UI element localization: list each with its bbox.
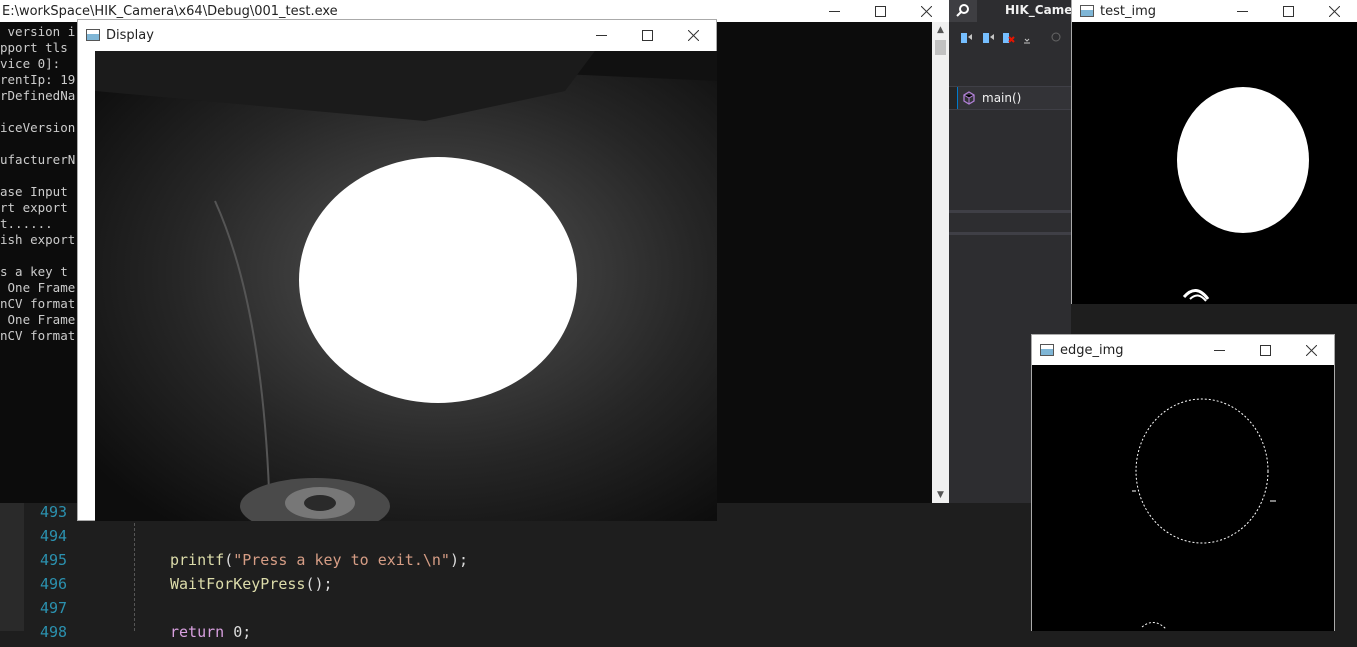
binary-image <box>1072 22 1357 304</box>
window-icon <box>86 29 100 41</box>
scrollbar-thumb[interactable] <box>935 40 946 55</box>
close-button[interactable] <box>903 0 949 22</box>
bookmark-next-icon <box>983 33 994 43</box>
code-text: return 0; <box>170 623 251 641</box>
code-line[interactable]: 496 WaitForKeyPress(); <box>0 575 1030 599</box>
method-cube-icon <box>963 91 975 105</box>
binary-spot <box>1177 87 1309 233</box>
line-number: 498 <box>40 623 68 641</box>
close-button[interactable] <box>1311 0 1357 22</box>
close-icon <box>1305 344 1317 356</box>
close-button[interactable] <box>670 20 716 50</box>
code-rest: 0; <box>224 623 252 641</box>
minimize-button[interactable] <box>1219 0 1265 22</box>
close-icon <box>920 5 932 17</box>
window-icon <box>1080 5 1094 17</box>
code-line[interactable]: 497 <box>0 599 1030 623</box>
minimize-icon <box>1213 349 1225 351</box>
maximize-button[interactable] <box>1242 335 1288 365</box>
edge-img-title-bar[interactable]: edge_img <box>1032 335 1334 365</box>
window-icon <box>1040 344 1054 356</box>
scroll-down-arrow-icon[interactable]: ▼ <box>932 487 949 503</box>
code-editor[interactable]: 493 494 495 printf("Press a key to exit.… <box>0 503 1030 641</box>
maximize-icon <box>1259 344 1271 356</box>
current-function: main() <box>982 91 1022 105</box>
code-text: printf("Press a key to exit.\n"); <box>170 551 468 569</box>
line-number: 494 <box>40 527 68 545</box>
console-scrollbar[interactable]: ▲ ▼ <box>932 22 949 503</box>
string-literal: "Press a key to exit.\n" <box>233 551 450 569</box>
light-spot <box>299 157 577 403</box>
maximize-button[interactable] <box>1265 0 1311 22</box>
document-tab[interactable]: HIK_Camer <box>1005 3 1078 17</box>
line-number: 497 <box>40 599 68 617</box>
close-icon <box>687 29 699 41</box>
close-icon <box>1328 5 1340 17</box>
semicolon: ; <box>323 575 333 593</box>
function-name: WaitForKeyPress <box>170 575 306 593</box>
code-line[interactable]: 495 printf("Press a key to exit.\n"); <box>0 551 1030 575</box>
splitter[interactable] <box>949 210 1071 213</box>
minimize-icon <box>595 34 607 36</box>
paren: () <box>305 575 324 593</box>
paren: ( <box>224 551 234 569</box>
code-line[interactable]: 498 return 0; <box>0 623 1030 647</box>
line-number: 493 <box>40 503 68 521</box>
minimize-button[interactable] <box>578 20 624 50</box>
maximize-icon <box>641 29 653 41</box>
ide-toolbar <box>949 25 1071 53</box>
display-window[interactable]: Display <box>77 19 717 521</box>
minimize-button[interactable] <box>1196 335 1242 365</box>
keyword: return <box>170 623 225 641</box>
line-number: 496 <box>40 575 68 593</box>
display-title-bar[interactable]: Display <box>78 20 716 50</box>
navigation-bar[interactable]: main() <box>949 86 1071 110</box>
code-text: WaitForKeyPress(); <box>170 575 333 593</box>
display-title: Display <box>106 27 154 43</box>
maximize-button[interactable] <box>624 20 670 50</box>
member-dropdown[interactable]: main() <box>957 87 1071 109</box>
maximize-button[interactable] <box>857 0 903 22</box>
search-button[interactable] <box>949 0 977 22</box>
bookmark-prev-icon <box>961 33 972 43</box>
maximize-icon <box>1282 5 1294 17</box>
scroll-up-arrow-icon[interactable]: ▲ <box>932 22 949 38</box>
code-line[interactable]: 494 <box>0 527 1030 551</box>
console-title: E:\workSpace\HIK_Camera\x64\Debug\001_te… <box>2 3 338 19</box>
test-img-window[interactable]: test_img <box>1071 0 1357 304</box>
edge-img-title: edge_img <box>1060 342 1124 358</box>
edge-img-window[interactable]: edge_img <box>1031 334 1335 631</box>
splitter[interactable] <box>949 232 1071 235</box>
search-icon <box>956 4 969 17</box>
camera-image <box>95 51 717 521</box>
line-number: 495 <box>40 551 68 569</box>
test-img-title-bar[interactable]: test_img <box>1072 0 1357 22</box>
minimize-icon <box>1236 10 1248 12</box>
maximize-icon <box>874 5 886 17</box>
minimize-icon <box>828 10 840 12</box>
toolbar-overflow-icon <box>1024 38 1030 44</box>
test-img-title: test_img <box>1100 3 1156 19</box>
minimize-button[interactable] <box>811 0 857 22</box>
function-name: printf <box>170 551 225 569</box>
ide-tab-bar: HIK_Camer <box>949 0 1078 22</box>
paren: ); <box>449 551 469 569</box>
close-button[interactable] <box>1288 335 1334 365</box>
edge-image <box>1032 365 1334 631</box>
lightbulb-icon <box>1051 32 1061 42</box>
bookmark-clear-icon <box>1003 33 1015 43</box>
